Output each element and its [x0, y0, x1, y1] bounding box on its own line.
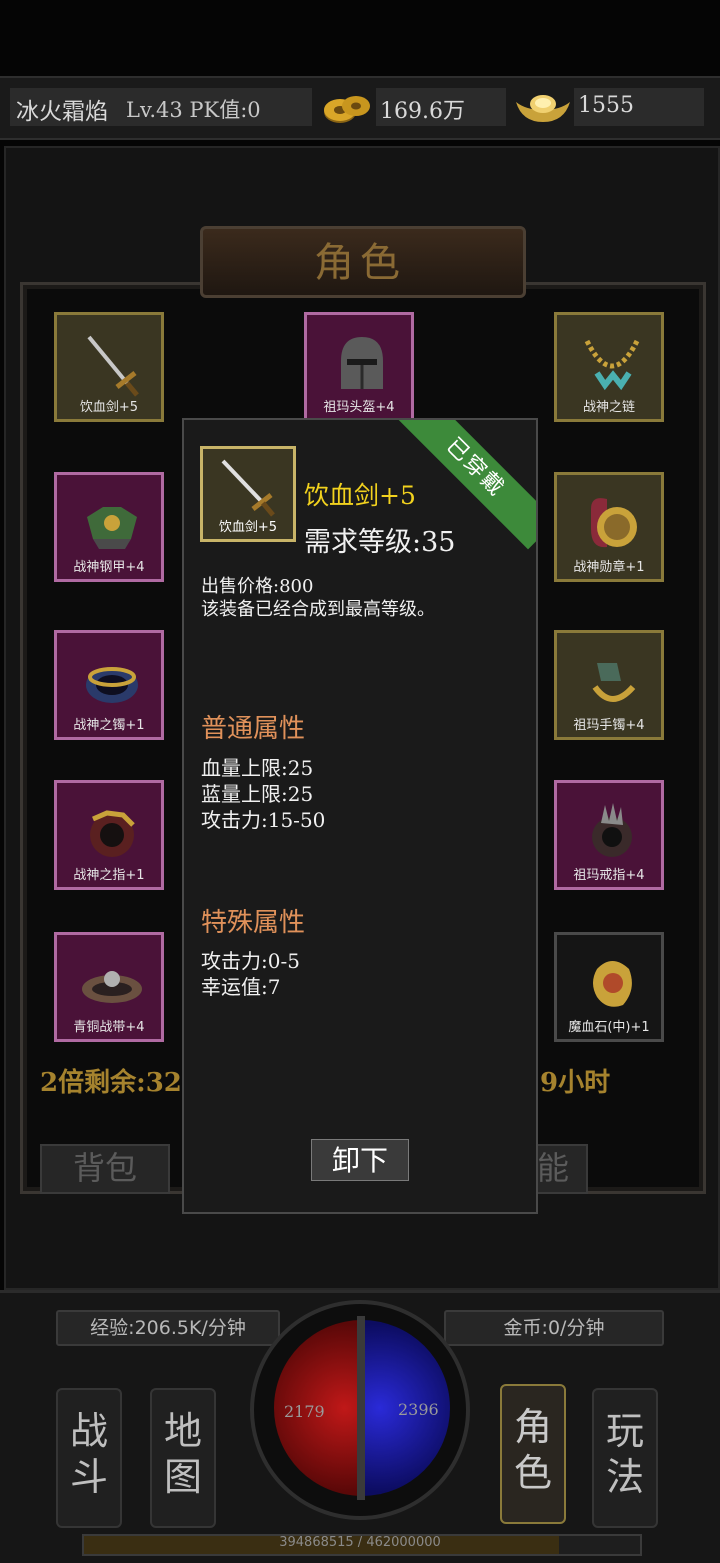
nav-gameplay-button[interactable]: 玩 法: [592, 1388, 658, 1528]
equip-slot-bracelet-right[interactable]: 祖玛手镯+4: [554, 630, 664, 740]
medal-icon: [591, 498, 637, 548]
experience-text: 394868515 / 462000000: [279, 1535, 441, 1550]
gem-icon: [593, 961, 632, 1007]
necklace-icon: [584, 339, 640, 391]
slot-label: 战神钢甲+4: [73, 560, 145, 575]
equip-slot-gem[interactable]: 魔血石(中)+1: [554, 932, 664, 1042]
slot-label: 祖玛戒指+4: [573, 868, 645, 883]
equip-slot-helmet[interactable]: 祖玛头盔+4: [304, 312, 414, 422]
slot-label: 战神之指+1: [73, 868, 145, 883]
tab-bag[interactable]: 背包: [40, 1144, 170, 1194]
player-level-pk: Lv.43 PK值:0: [126, 98, 261, 122]
sword-icon: [221, 459, 275, 517]
gold-ingot-icon: [512, 86, 574, 128]
helmet-icon: [341, 337, 383, 389]
player-name: 冰火霜焰: [16, 99, 108, 125]
ring-icon: [592, 803, 632, 857]
exp-rate: 经验:206.5K/分钟: [56, 1310, 280, 1346]
hp-value: 2179: [284, 1402, 325, 1421]
attr-attack: 攻击力:15-50: [201, 808, 326, 832]
equip-slot-bracelet-left[interactable]: 战神之镯+1: [54, 630, 164, 740]
nav-battle-button[interactable]: 战 斗: [56, 1388, 122, 1528]
attr-luck: 幸运值:7: [201, 975, 281, 999]
attr-mp-max: 蓝量上限:25: [201, 782, 314, 806]
slot-label: 战神之链: [582, 400, 635, 415]
nav-character-button[interactable]: 角 色: [500, 1384, 566, 1524]
equip-slot-ring-left[interactable]: 战神之指+1: [54, 780, 164, 890]
unequip-button[interactable]: 卸下: [311, 1139, 409, 1181]
bracelet-icon: [86, 667, 138, 703]
slot-label: 祖玛头盔+4: [323, 400, 395, 415]
gold-rate: 金币:0/分钟: [444, 1310, 664, 1346]
attr-hp-max: 血量上限:25: [201, 756, 314, 780]
bracelet-icon: [592, 663, 636, 702]
attr-special-attack: 攻击力:0-5: [201, 949, 300, 973]
ring-icon: [90, 810, 135, 857]
equip-slot-ring-right[interactable]: 祖玛戒指+4: [554, 780, 664, 890]
popup-item-slot: 饮血剑+5: [200, 446, 296, 542]
equip-slot-medal[interactable]: 战神勋章+1: [554, 472, 664, 582]
equip-slot-weapon[interactable]: 饮血剑+5: [54, 312, 164, 422]
slot-label: 青铜战带+4: [73, 1020, 145, 1035]
ingot-amount: 1555: [578, 93, 634, 118]
panel-title: 角色: [314, 240, 406, 286]
normal-attributes-title: 普通属性: [201, 714, 306, 744]
belt-icon: [82, 971, 142, 1003]
double-exp-hours: 9小时: [540, 1068, 611, 1098]
equip-slot-belt[interactable]: 青铜战带+4: [54, 932, 164, 1042]
slot-label: 魔血石(中)+1: [568, 1020, 650, 1035]
max-level-note: 该装备已经合成到最高等级。: [201, 599, 435, 620]
equip-slot-armor[interactable]: 战神钢甲+4: [54, 472, 164, 582]
equip-slot-necklace[interactable]: 战神之链: [554, 312, 664, 422]
double-exp-remaining: 2倍剩余:32: [40, 1068, 182, 1098]
slot-label: 祖玛手镯+4: [573, 718, 645, 733]
required-level: 需求等级:35: [304, 527, 456, 558]
slot-label: 战神之镯+1: [73, 718, 145, 733]
slot-label: 战神勋章+1: [573, 560, 645, 575]
gold-amount: 169.6万: [380, 99, 465, 124]
nav-map-button[interactable]: 地 图: [150, 1388, 216, 1528]
item-name: 饮血剑+5: [304, 481, 416, 510]
mp-value: 2396: [398, 1400, 439, 1419]
popup-item-label: 饮血剑+5: [218, 520, 278, 535]
sword-icon: [87, 335, 139, 397]
slot-label: 饮血剑+5: [79, 400, 139, 415]
orb-divider: [357, 1316, 365, 1500]
coin-stack-icon: [320, 86, 372, 128]
armor-icon: [87, 507, 137, 549]
special-attributes-title: 特殊属性: [201, 908, 306, 938]
